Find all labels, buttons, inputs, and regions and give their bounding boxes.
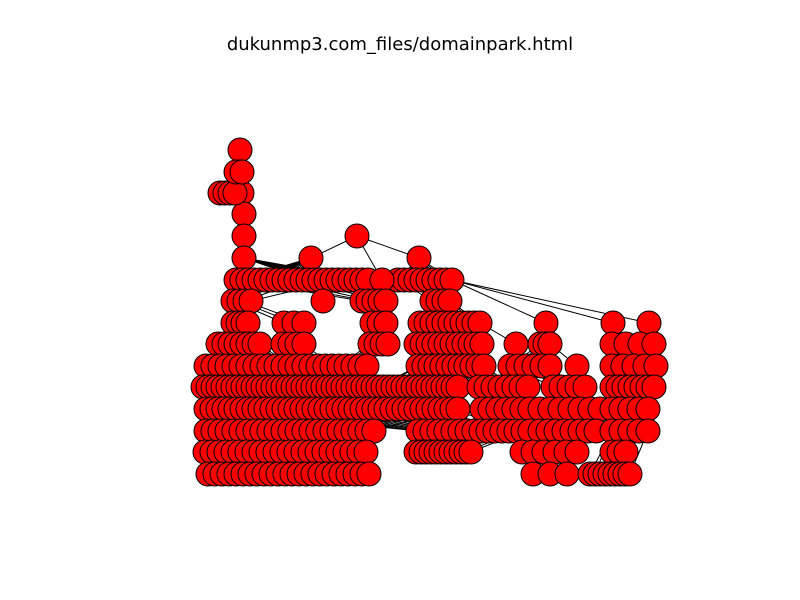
graph-node — [373, 310, 399, 336]
graph-node — [373, 288, 399, 314]
graph-node — [613, 439, 639, 465]
graph-node — [238, 288, 264, 314]
graph-node — [235, 310, 261, 336]
graph-node — [635, 418, 661, 444]
graph-node — [353, 439, 379, 465]
graph-node — [467, 310, 493, 336]
graph-node — [222, 180, 248, 206]
graph-node — [643, 353, 669, 379]
graph-node — [503, 331, 529, 357]
graph-node — [229, 159, 255, 185]
tree-graph — [190, 137, 669, 487]
graph-node — [291, 310, 317, 336]
graph-node — [231, 223, 257, 249]
graph-node — [641, 331, 667, 357]
graph-node — [617, 461, 643, 487]
graph-node — [369, 267, 395, 293]
graph-node — [458, 439, 484, 465]
graph-node — [361, 418, 387, 444]
graph-node — [471, 353, 497, 379]
graph-node — [227, 137, 253, 163]
graph-node — [344, 223, 370, 249]
graph-node — [406, 245, 432, 271]
graph-node — [356, 461, 382, 487]
graph-node — [298, 245, 324, 271]
graph-node — [469, 331, 495, 357]
graph-node — [231, 245, 257, 271]
graph-node — [572, 374, 598, 400]
graph-node — [600, 310, 626, 336]
graph-node — [247, 331, 273, 357]
graph-node — [564, 439, 590, 465]
graph-node — [515, 374, 541, 400]
graph-node — [533, 310, 559, 336]
graph-node — [636, 310, 662, 336]
graph-node — [354, 353, 380, 379]
graph-node — [641, 374, 667, 400]
graph-node — [437, 288, 463, 314]
graph-node — [635, 396, 661, 422]
graph-node — [537, 331, 563, 357]
graph-node — [445, 374, 471, 400]
graph-node — [554, 461, 580, 487]
graph-node — [291, 331, 317, 357]
graph-node — [375, 331, 401, 357]
graph-node — [564, 353, 590, 379]
graph-node — [439, 267, 465, 293]
graph-node — [537, 353, 563, 379]
graph-node — [231, 201, 257, 227]
graph-node — [310, 288, 336, 314]
graph-node — [445, 396, 471, 422]
